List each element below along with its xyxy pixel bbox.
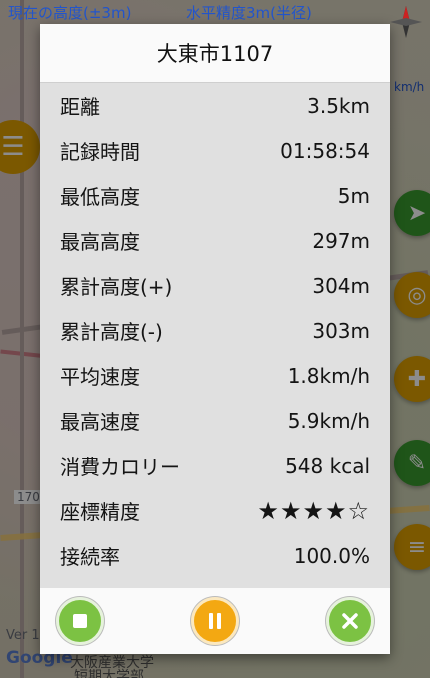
stat-value: 01:58:54 [280, 138, 370, 163]
stat-row-total-descent: 累計高度(-) 303m [60, 308, 370, 353]
stat-value: 297m [312, 228, 370, 253]
stat-value: 100.0% [293, 543, 370, 568]
compass-icon[interactable] [388, 4, 424, 40]
stat-value: 548 kcal [285, 453, 370, 478]
stat-label: 累計高度(+) [60, 275, 173, 299]
stat-label: 消費カロリー [60, 455, 180, 479]
altitude-status: 現在の高度(±3m) [8, 4, 132, 22]
stat-row-calories: 消費カロリー 548 kcal [60, 443, 370, 488]
stat-row-avg-speed: 平均速度 1.8km/h [60, 353, 370, 398]
close-button[interactable] [326, 597, 374, 645]
stat-label: 距離 [60, 95, 100, 119]
stat-label: 最低高度 [60, 185, 140, 209]
stat-value: 304m [312, 273, 370, 298]
star-rating: ★★★★☆ [257, 496, 370, 525]
stat-label: 平均速度 [60, 365, 140, 389]
stats-list: 距離 3.5km 記録時間 01:58:54 最低高度 5m 最高高度 297m… [40, 83, 390, 578]
stat-value: 3.5km [307, 93, 370, 118]
stat-label: 記録時間 [60, 140, 140, 164]
pause-icon [209, 613, 221, 629]
dialog-title: 大東市1107 [40, 24, 390, 83]
accuracy-status: 水平精度3m(半径) [186, 4, 312, 22]
stat-row-record-time: 記録時間 01:58:54 [60, 128, 370, 173]
stat-row-min-altitude: 最低高度 5m [60, 173, 370, 218]
stat-label: 最高高度 [60, 230, 140, 254]
stat-label: 座標精度 [60, 500, 140, 524]
stat-label: 累計高度(-) [60, 320, 163, 344]
close-icon [342, 613, 358, 629]
stat-row-max-altitude: 最高高度 297m [60, 218, 370, 263]
stat-value: 5.9km/h [287, 408, 370, 433]
stat-row-distance: 距離 3.5km [60, 83, 370, 128]
stat-label: 最高速度 [60, 410, 140, 434]
pause-button[interactable] [191, 597, 239, 645]
dialog-footer [40, 588, 390, 654]
stat-row-coordinate-accuracy: 座標精度 ★★★★☆ [60, 488, 370, 533]
stat-value: 5m [337, 183, 370, 208]
stat-value: 303m [312, 318, 370, 343]
stat-row-connection-rate: 接続率 100.0% [60, 533, 370, 578]
stat-label: 接続率 [60, 545, 120, 569]
stat-row-max-speed: 最高速度 5.9km/h [60, 398, 370, 443]
stat-row-total-ascent: 累計高度(+) 304m [60, 263, 370, 308]
stat-value: 1.8km/h [287, 363, 370, 388]
stop-icon [73, 614, 87, 628]
track-summary-dialog: 大東市1107 距離 3.5km 記録時間 01:58:54 最低高度 5m 最… [40, 24, 390, 654]
stop-button[interactable] [56, 597, 104, 645]
